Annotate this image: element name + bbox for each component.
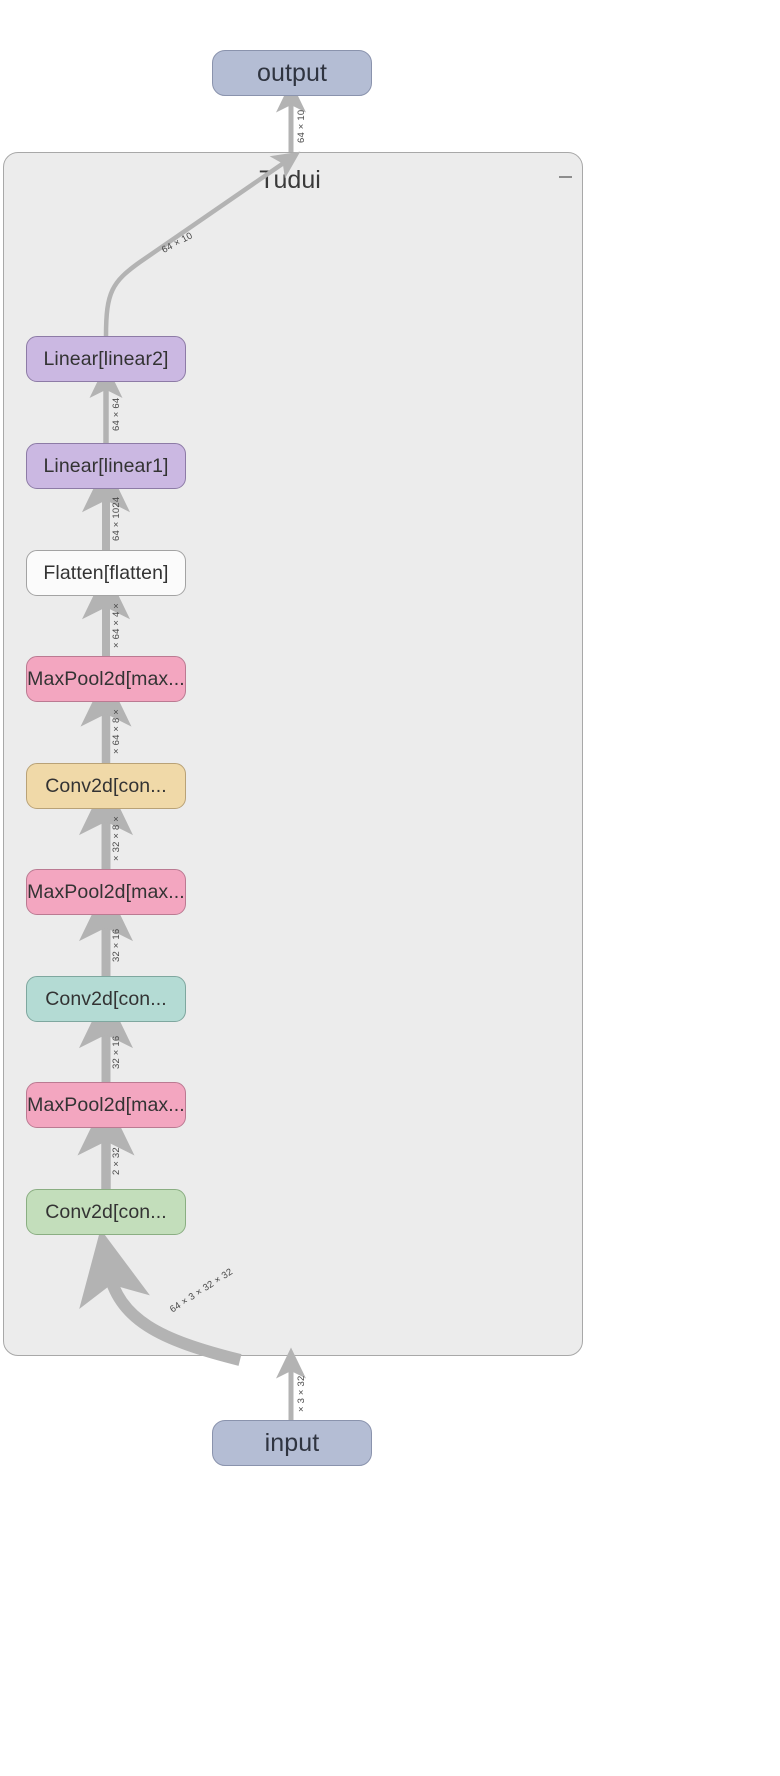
op-node-maxpool1-label: MaxPool2d[max... (27, 1093, 185, 1116)
graph-canvas[interactable]: Tudui output input Linear[linear2] Linea… (0, 0, 780, 1776)
op-node-conv1[interactable]: Conv2d[con... (26, 1189, 186, 1235)
edge-label-input: × 3 × 32 (296, 1375, 307, 1412)
edge-label-output: 64 × 10 (296, 109, 307, 143)
edge-label-linear1-flatten: 64 × 1024 (111, 496, 122, 541)
op-node-maxpool3[interactable]: MaxPool2d[max... (26, 656, 186, 702)
edge-label-flatten-maxpool3: × 64 × 4 × (111, 602, 122, 648)
op-node-conv2[interactable]: Conv2d[con... (26, 976, 186, 1022)
op-node-maxpool1[interactable]: MaxPool2d[max... (26, 1082, 186, 1128)
edge-label-conv2-maxpool1: 32 × 16 (111, 1035, 122, 1069)
edge-label-conv3-maxpool2: × 32 × 8 × (111, 815, 122, 861)
op-node-flatten-label: Flatten[flatten] (43, 561, 169, 584)
edge-label-maxpool1-conv1: 2 × 32 (111, 1147, 122, 1175)
op-node-linear2[interactable]: Linear[linear2] (26, 336, 186, 382)
edge-label-linear2-linear1: 64 × 64 (111, 397, 122, 431)
op-node-maxpool2-label: MaxPool2d[max... (27, 880, 185, 903)
op-node-maxpool3-label: MaxPool2d[max... (27, 667, 185, 690)
io-node-output[interactable]: output (212, 50, 372, 96)
op-node-flatten[interactable]: Flatten[flatten] (26, 550, 186, 596)
op-node-conv3[interactable]: Conv2d[con... (26, 763, 186, 809)
op-node-maxpool2[interactable]: MaxPool2d[max... (26, 869, 186, 915)
op-node-linear1-label: Linear[linear1] (43, 454, 169, 477)
io-node-output-label: output (256, 58, 328, 87)
op-node-conv1-label: Conv2d[con... (45, 1200, 167, 1223)
io-node-input-label: input (264, 1428, 320, 1457)
op-node-linear2-label: Linear[linear2] (43, 347, 169, 370)
edge-label-maxpool3-conv3: × 64 × 8 × (111, 708, 122, 754)
edge-label-maxpool2-conv2: 32 × 16 (111, 928, 122, 962)
op-node-linear1[interactable]: Linear[linear1] (26, 443, 186, 489)
op-node-conv3-label: Conv2d[con... (45, 774, 167, 797)
op-node-conv2-label: Conv2d[con... (45, 987, 167, 1010)
io-node-input[interactable]: input (212, 1420, 372, 1466)
